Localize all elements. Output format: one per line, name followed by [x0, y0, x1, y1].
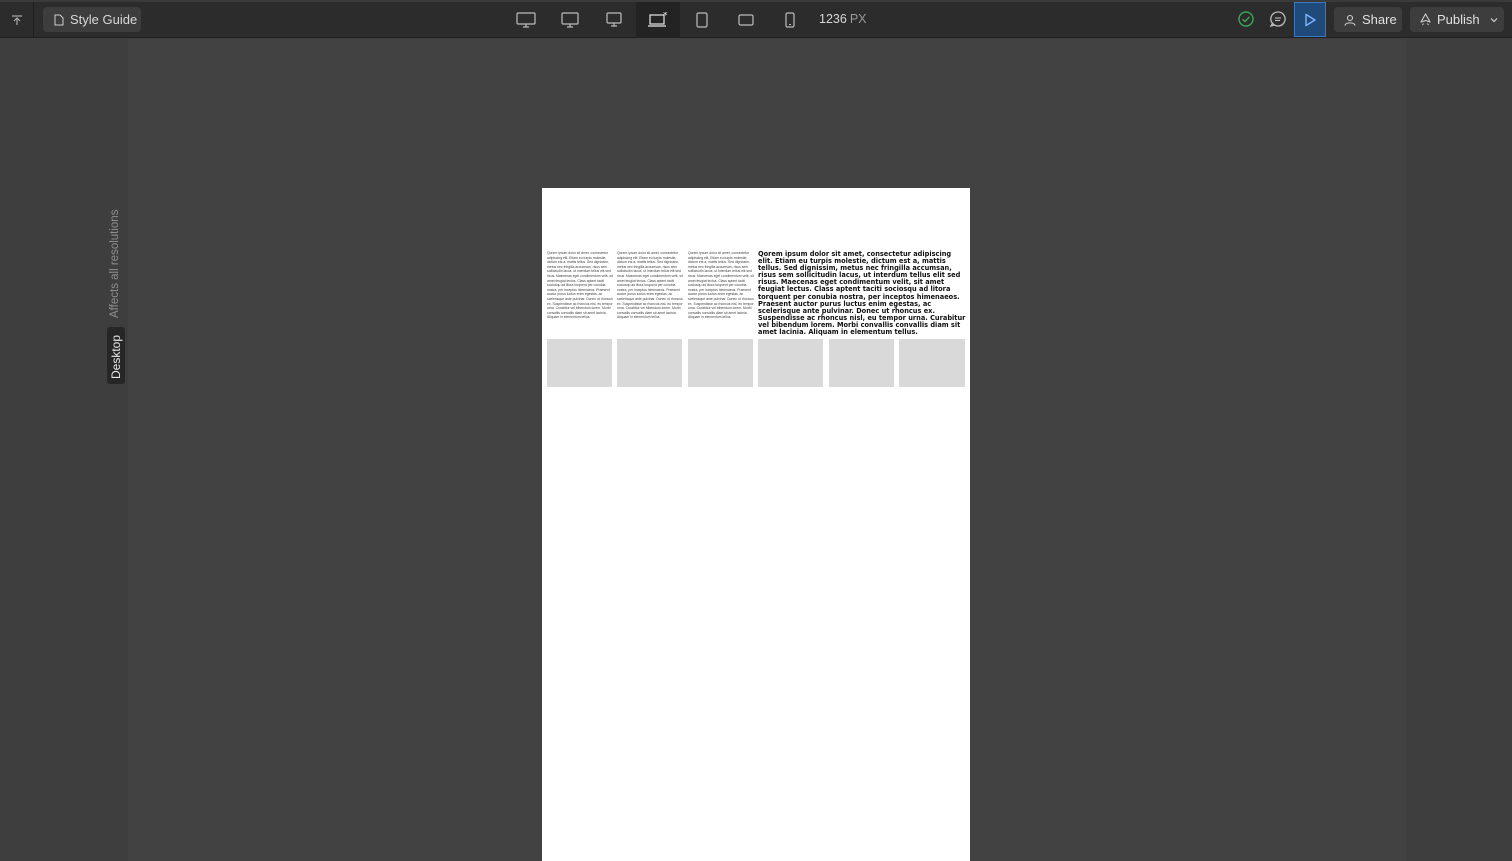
phone-icon: [785, 12, 795, 28]
monitor-icon: [561, 12, 579, 28]
text-column[interactable]: Qorem ipsum dolor sit amet, consectetur …: [547, 251, 613, 319]
breakpoint-tablet[interactable]: [680, 2, 724, 38]
breakpoint-switcher: *: [504, 2, 812, 38]
play-icon: [1305, 13, 1316, 26]
publish-label: Publish: [1437, 12, 1480, 27]
right-gutter: [1406, 39, 1512, 861]
comments-button[interactable]: [1269, 10, 1287, 33]
breakpoint-tab-label: Desktop: [109, 334, 123, 379]
monitor-icon: [516, 12, 536, 28]
top-toolbar: Style Guide * 1236 PX Share Publish: [0, 0, 1512, 38]
comment-icon: [1269, 11, 1286, 28]
laptop-star-icon: *: [648, 12, 668, 27]
preview-button[interactable]: [1294, 2, 1326, 37]
breakpoint-desktop-medium[interactable]: [548, 2, 592, 38]
svg-text:*: *: [663, 12, 668, 21]
image-placeholder[interactable]: [688, 339, 753, 387]
page-selector-button[interactable]: Style Guide: [43, 7, 141, 32]
image-placeholder[interactable]: [829, 339, 894, 387]
image-placeholder[interactable]: [547, 339, 612, 387]
canvas-width-value: 1236: [819, 12, 847, 26]
publish-button[interactable]: Publish: [1410, 7, 1504, 32]
left-gutter: [0, 39, 128, 861]
text-column[interactable]: Qorem ipsum dolor sit amet, consectetur …: [688, 251, 754, 319]
publish-status[interactable]: [1237, 10, 1255, 33]
canvas-width-readout[interactable]: 1236 PX: [819, 12, 867, 26]
monitor-icon: [606, 12, 622, 27]
collapse-up-icon: [11, 15, 22, 25]
check-circle-icon: [1238, 11, 1254, 27]
rocket-icon: [1420, 13, 1431, 26]
image-placeholder[interactable]: [899, 339, 965, 387]
feature-text-block[interactable]: Qorem ipsum dolor sit amet, consectetur …: [758, 250, 966, 336]
collapse-button[interactable]: [0, 2, 34, 38]
image-placeholder[interactable]: [617, 339, 682, 387]
breakpoint-tablet-landscape[interactable]: [724, 2, 768, 38]
breakpoint-tab-desktop[interactable]: Desktop: [107, 327, 125, 384]
breakpoint-desktop-large[interactable]: [504, 2, 548, 38]
canvas-width-unit: PX: [849, 12, 867, 26]
tablet-icon: [696, 12, 708, 28]
chevron-down-icon: [1490, 17, 1498, 22]
breakpoint-desktop[interactable]: [592, 2, 636, 38]
text-column[interactable]: Qorem ipsum dolor sit amet, consectetur …: [617, 251, 683, 319]
page-icon: [54, 14, 64, 25]
image-placeholder[interactable]: [758, 339, 823, 387]
share-button[interactable]: Share: [1334, 7, 1402, 32]
breakpoint-mobile[interactable]: [768, 2, 812, 38]
tablet-landscape-icon: [738, 14, 754, 26]
breakpoint-desktop-base[interactable]: *: [636, 2, 680, 38]
affects-all-resolutions-label: Affects all resolutions: [109, 209, 121, 318]
user-icon: [1344, 14, 1356, 26]
page-name: Style Guide: [70, 12, 138, 27]
share-label: Share: [1362, 12, 1397, 27]
artboard-page[interactable]: Qorem ipsum dolor sit amet, consectetur …: [542, 188, 970, 861]
